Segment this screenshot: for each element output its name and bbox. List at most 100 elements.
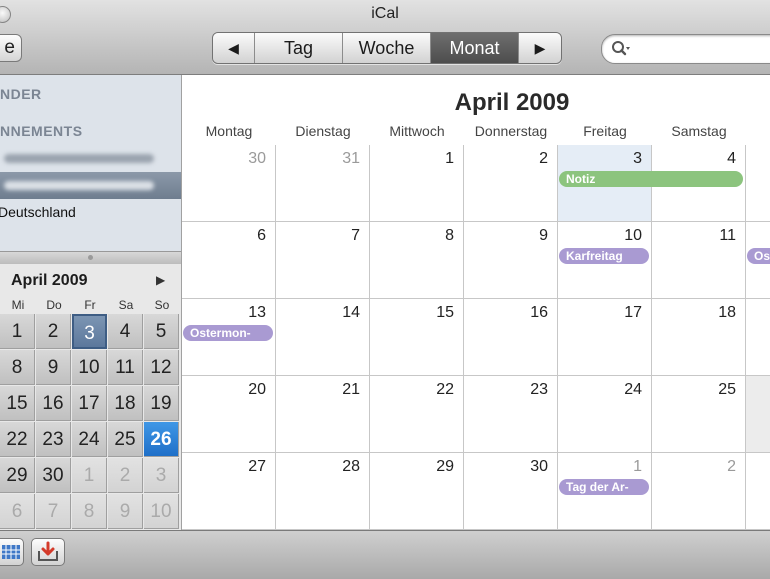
day-cell[interactable]: 30 <box>464 453 558 530</box>
day-cell[interactable]: 16 <box>464 299 558 376</box>
mini-calendar-day[interactable]: 19 <box>144 386 179 421</box>
mini-calendar-day[interactable]: 11 <box>108 350 143 385</box>
mini-calendar-day[interactable]: 24 <box>72 422 107 457</box>
mini-calendar-day[interactable]: 6 <box>0 494 35 529</box>
day-number: 23 <box>530 381 548 398</box>
day-cell[interactable]: 8 <box>370 222 464 299</box>
previous-period-button[interactable]: ◀ <box>213 33 255 63</box>
day-cell[interactable]: 28 <box>276 453 370 530</box>
mini-calendar-day[interactable]: 23 <box>36 422 71 457</box>
mini-calendar-day[interactable]: 10 <box>144 494 179 529</box>
mini-calendar-day[interactable]: 9 <box>108 494 143 529</box>
calendar-event[interactable]: Ostermon- <box>183 325 273 341</box>
day-cell[interactable]: 11 <box>652 222 746 299</box>
day-cell[interactable]: 2 <box>464 145 558 222</box>
mini-calendar-day[interactable]: 12 <box>144 350 179 385</box>
day-cell[interactable]: 18 <box>652 299 746 376</box>
mini-calendar-day[interactable]: 8 <box>72 494 107 529</box>
next-period-button[interactable]: ▶ <box>519 33 561 63</box>
day-number: 14 <box>342 304 360 321</box>
mini-calendar-day[interactable]: 10 <box>72 350 107 385</box>
day-cell[interactable]: 17 <box>558 299 652 376</box>
sidebar-item-subscription-1[interactable] <box>0 145 181 172</box>
day-cell[interactable]: 30 <box>182 145 276 222</box>
day-cell[interactable]: 25 <box>652 376 746 453</box>
sidebar-item-subscription-2[interactable] <box>0 172 181 199</box>
day-cell[interactable]: 20 <box>182 376 276 453</box>
sidebar-splitter[interactable] <box>0 251 181 265</box>
mini-calendar-day[interactable]: 4 <box>108 314 143 349</box>
mini-calendar-title: April 2009 <box>11 272 88 289</box>
day-cell[interactable] <box>746 376 770 453</box>
day-cell[interactable]: 14 <box>276 299 370 376</box>
mini-calendar-day[interactable]: 7 <box>36 494 71 529</box>
calendar-event[interactable]: Os <box>747 248 770 264</box>
mini-calendar-day[interactable]: 2 <box>36 314 71 349</box>
day-cell[interactable]: 23 <box>464 376 558 453</box>
mini-calendar-day[interactable]: 26 <box>144 422 179 457</box>
mini-calendar-day[interactable]: 1 <box>72 458 107 493</box>
calendar-event[interactable]: Karfreitag <box>559 248 649 264</box>
mini-calendar-next-button[interactable]: ▶ <box>156 273 165 287</box>
day-cell[interactable] <box>746 453 770 530</box>
toolbar-left-button[interactable]: e <box>0 34 22 62</box>
view-week-button[interactable]: Woche <box>343 33 431 63</box>
day-number: 10 <box>624 227 642 244</box>
day-cell[interactable]: 9 <box>464 222 558 299</box>
day-cell[interactable]: 7 <box>276 222 370 299</box>
mini-calendar-day[interactable]: 1 <box>0 314 35 349</box>
inbox-button[interactable] <box>31 538 65 566</box>
view-switcher: ◀ Tag Woche Monat ▶ <box>212 32 562 64</box>
mini-calendar-day[interactable]: 8 <box>0 350 35 385</box>
mini-calendar-day[interactable]: 30 <box>36 458 71 493</box>
blurred-label <box>4 154 154 163</box>
mini-calendar-day[interactable]: 2 <box>108 458 143 493</box>
day-cell[interactable]: 15 <box>370 299 464 376</box>
window-title: iCal <box>371 5 399 22</box>
day-cell[interactable]: 27 <box>182 453 276 530</box>
mini-calendar: April 2009 ▶ Mi Do Fr Sa So 1 2 3 4 5 8 9 10 11 12 15 1… <box>0 264 181 530</box>
mini-calendar-day[interactable]: 29 <box>0 458 35 493</box>
day-cell[interactable] <box>746 145 770 222</box>
day-cell[interactable]: 29 <box>370 453 464 530</box>
mini-calendar-day[interactable]: 25 <box>108 422 143 457</box>
inbox-icon <box>38 541 58 561</box>
day-number: 15 <box>436 304 454 321</box>
day-number: 20 <box>248 381 266 398</box>
day-cell[interactable]: 2 <box>652 453 746 530</box>
day-cell[interactable] <box>746 299 770 376</box>
day-cell[interactable]: 6 <box>182 222 276 299</box>
mini-calendar-day[interactable]: 18 <box>108 386 143 421</box>
view-month-button[interactable]: Monat <box>431 33 519 63</box>
mini-calendar-day[interactable]: 17 <box>72 386 107 421</box>
day-cell[interactable]: 1 <box>370 145 464 222</box>
blurred-label <box>4 181 154 190</box>
mini-calendar-day[interactable]: 3 <box>144 458 179 493</box>
calendar-grid-button[interactable] <box>0 538 24 566</box>
mini-calendar-day[interactable]: 15 <box>0 386 35 421</box>
weekday-header: S <box>746 123 770 139</box>
view-day-button[interactable]: Tag <box>255 33 343 63</box>
mini-calendar-day[interactable]: 5 <box>144 314 179 349</box>
day-number: 2 <box>727 458 736 475</box>
sidebar-item-deutschland[interactable]: Deutschland <box>0 199 181 226</box>
calendar-event[interactable]: Tag der Ar- <box>559 479 649 495</box>
day-number: 21 <box>342 381 360 398</box>
mini-calendar-weekday: Mi <box>11 298 25 312</box>
weekday-header: Freitag <box>583 123 627 139</box>
toolbar: iCal e ◀ Tag Woche Monat ▶ <box>0 0 770 75</box>
day-cell[interactable]: 21 <box>276 376 370 453</box>
calendar-event[interactable]: Notiz <box>559 171 743 187</box>
day-cell[interactable]: 24 <box>558 376 652 453</box>
day-number: 22 <box>436 381 454 398</box>
search-icon[interactable] <box>611 40 631 58</box>
mini-calendar-day[interactable]: 9 <box>36 350 71 385</box>
search-field[interactable] <box>601 34 770 64</box>
mini-calendar-day[interactable]: 3 <box>72 314 107 349</box>
splitter-handle-icon <box>88 255 93 260</box>
day-cell[interactable]: 22 <box>370 376 464 453</box>
search-input[interactable] <box>636 39 770 59</box>
mini-calendar-day[interactable]: 16 <box>36 386 71 421</box>
day-cell[interactable]: 31 <box>276 145 370 222</box>
mini-calendar-day[interactable]: 22 <box>0 422 35 457</box>
